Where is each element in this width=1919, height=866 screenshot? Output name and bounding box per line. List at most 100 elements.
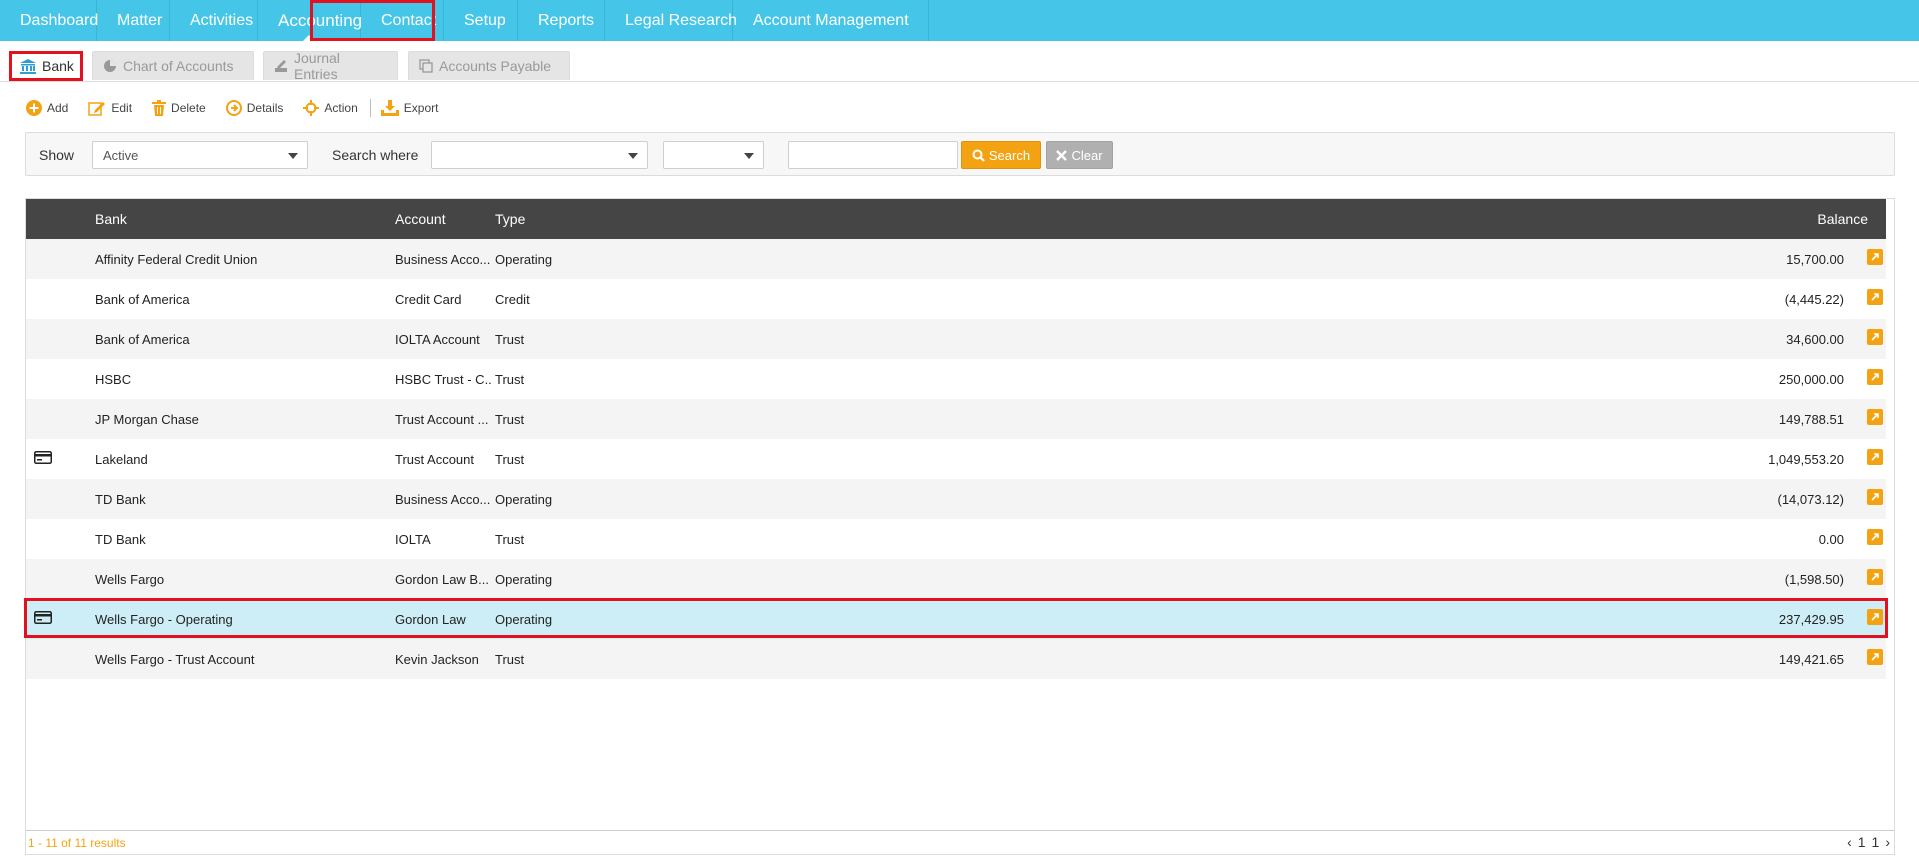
table-row[interactable]: JP Morgan Chase Trust Account ... Trust …: [26, 399, 1886, 439]
delete-label: Delete: [171, 101, 206, 115]
next-page-button[interactable]: ›: [1885, 834, 1890, 850]
open-row-button[interactable]: [1867, 489, 1883, 505]
nav-dashboard[interactable]: Dashboard: [0, 0, 99, 41]
cell-account: HSBC Trust - C...: [395, 372, 492, 387]
cell-balance: 250,000.00: [1778, 372, 1844, 387]
cell-balance: (14,073.12): [1777, 492, 1845, 507]
open-row-button[interactable]: [1867, 449, 1883, 465]
nav-activities[interactable]: Activities: [170, 0, 258, 41]
show-select[interactable]: Active: [92, 141, 308, 169]
search-where-select[interactable]: [431, 141, 648, 169]
col-header-bank[interactable]: Bank: [95, 211, 127, 227]
pie-chart-icon: [103, 59, 117, 73]
show-select-value: Active: [103, 148, 139, 163]
tab-bank[interactable]: Bank: [9, 51, 83, 80]
cell-type: Trust: [495, 372, 525, 387]
add-button[interactable]: Add: [26, 100, 68, 116]
open-row-button[interactable]: [1867, 609, 1883, 625]
nav-reports[interactable]: Reports: [518, 0, 605, 41]
cell-bank: Bank of America: [95, 332, 190, 347]
external-link-icon: [1867, 529, 1883, 545]
cell-type: Operating: [495, 492, 553, 507]
edit-button[interactable]: Edit: [88, 100, 132, 116]
open-row-button[interactable]: [1867, 369, 1883, 385]
cell-balance: 1,049,553.20: [1768, 452, 1844, 467]
table-row[interactable]: Lakeland Trust Account Trust 1,049,553.2…: [26, 439, 1886, 479]
search-button[interactable]: Search: [961, 141, 1041, 169]
table-row[interactable]: TD Bank IOLTA Trust 0.00: [26, 519, 1886, 559]
nav-matter[interactable]: Matter: [97, 0, 170, 41]
tab-chart-of-accounts[interactable]: Chart of Accounts: [92, 51, 254, 80]
cell-bank: Wells Fargo: [95, 572, 165, 587]
tab-journal-entries[interactable]: Journal Entries: [263, 50, 398, 82]
cell-bank: TD Bank: [95, 532, 146, 547]
cell-type: Trust: [495, 332, 525, 347]
operator-select[interactable]: [663, 141, 764, 169]
external-link-icon: [1867, 489, 1883, 505]
cell-type: Trust: [495, 652, 525, 667]
open-row-button[interactable]: [1867, 569, 1883, 585]
col-header-balance[interactable]: Balance: [1817, 211, 1868, 227]
crosshair-icon: [303, 100, 320, 116]
tab-bank-label: Bank: [42, 58, 74, 74]
clear-button[interactable]: Clear: [1046, 141, 1113, 169]
external-link-icon: [1867, 249, 1883, 265]
search-input[interactable]: [788, 141, 958, 169]
tab-accounts-payable-label: Accounts Payable: [439, 58, 552, 74]
nav-legal-research[interactable]: Legal Research: [605, 0, 737, 41]
show-label: Show: [39, 147, 75, 163]
nav-legal-research-label: Legal Research: [625, 11, 738, 29]
open-row-button[interactable]: [1867, 529, 1883, 545]
chevron-down-icon: [288, 153, 298, 159]
cell-account: Credit Card: [395, 292, 462, 307]
table-row[interactable]: Wells Fargo Gordon Law B... Operating (1…: [26, 559, 1886, 599]
nav-setup[interactable]: Setup: [444, 0, 518, 41]
external-link-icon: [1867, 409, 1883, 425]
external-link-icon: [1867, 649, 1883, 665]
edit-label: Edit: [111, 101, 133, 115]
cell-account: Kevin Jackson: [395, 652, 479, 667]
external-link-icon: [1867, 289, 1883, 305]
nav-accounting[interactable]: Accounting: [258, 0, 362, 42]
table-row[interactable]: Wells Fargo - Trust Account Kevin Jackso…: [26, 639, 1886, 679]
cell-account: Trust Account ...: [395, 412, 489, 427]
table-row[interactable]: HSBC HSBC Trust - C... Trust 250,000.00: [26, 359, 1886, 399]
action-button[interactable]: Action: [303, 100, 358, 116]
table-row[interactable]: Affinity Federal Credit Union Business A…: [26, 239, 1886, 279]
open-row-button[interactable]: [1867, 649, 1883, 665]
cell-balance: (1,598.50): [1784, 572, 1844, 587]
external-link-icon: [1867, 569, 1883, 585]
nav-dashboard-label: Dashboard: [20, 11, 99, 29]
tab-accounts-payable[interactable]: Accounts Payable: [408, 51, 570, 80]
cell-balance: 34,600.00: [1786, 332, 1844, 347]
table-row[interactable]: TD Bank Business Acco... Operating (14,0…: [26, 479, 1886, 519]
arrow-circle-icon: [225, 100, 242, 116]
open-row-button[interactable]: [1867, 289, 1883, 305]
table-row-selected[interactable]: Wells Fargo - Operating Gordon Law Opera…: [26, 599, 1886, 639]
results-count: 1 - 11 of 11 results: [28, 836, 126, 850]
page-1-button[interactable]: 1: [1858, 834, 1866, 850]
open-row-button[interactable]: [1867, 329, 1883, 345]
copy-icon: [419, 59, 433, 73]
table-row[interactable]: Bank of America IOLTA Account Trust 34,6…: [26, 319, 1886, 359]
nav-contact[interactable]: Contact: [361, 0, 444, 41]
cell-account: IOLTA Account: [395, 332, 480, 347]
nav-account-management-label: Account Management: [753, 11, 909, 29]
cell-balance: 0.00: [1818, 532, 1844, 547]
col-header-account[interactable]: Account: [395, 211, 446, 227]
toolbar: Add Edit Delete Details Action Export: [26, 96, 458, 120]
col-header-type[interactable]: Type: [495, 211, 525, 227]
open-row-button[interactable]: [1867, 409, 1883, 425]
table-row[interactable]: Bank of America Credit Card Credit (4,44…: [26, 279, 1886, 319]
prev-page-button[interactable]: ‹: [1847, 834, 1852, 850]
open-row-button[interactable]: [1867, 249, 1883, 265]
export-button[interactable]: Export: [380, 100, 438, 116]
cell-type: Trust: [495, 452, 525, 467]
delete-button[interactable]: Delete: [152, 100, 206, 116]
nav-account-management[interactable]: Account Management: [733, 0, 929, 41]
journal-icon: [274, 59, 288, 73]
cell-balance: 15,700.00: [1786, 252, 1844, 267]
external-link-icon: [1867, 369, 1883, 385]
details-button[interactable]: Details: [225, 100, 283, 116]
cell-account: Business Acco...: [395, 492, 491, 507]
